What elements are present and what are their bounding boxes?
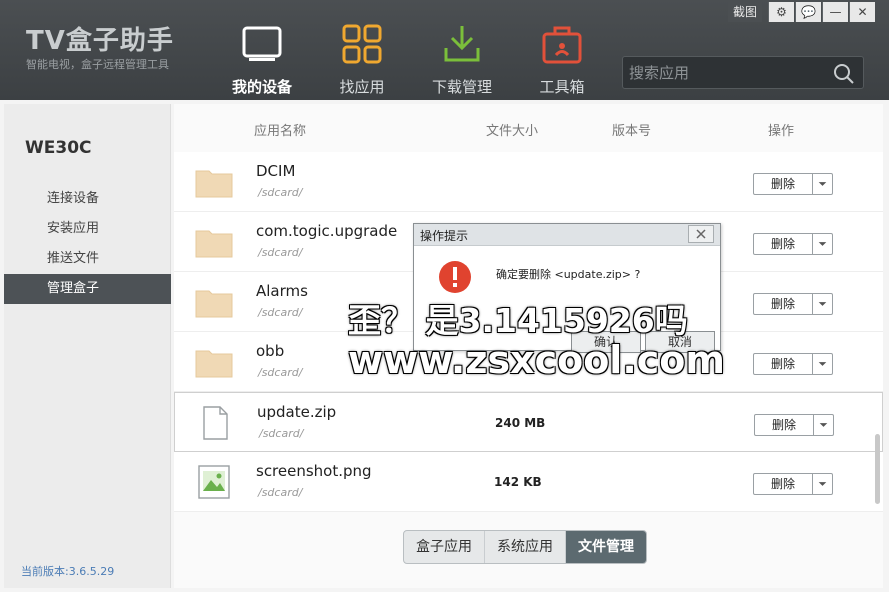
chevron-down-icon[interactable]: [812, 294, 832, 314]
sidebar-item-connect-device[interactable]: 连接设备: [4, 184, 171, 214]
feedback-button[interactable]: 💬: [795, 2, 821, 22]
nav-label: 工具箱: [539, 78, 585, 96]
file-name: screenshot.png: [256, 462, 372, 480]
delete-label: 删除: [770, 297, 795, 311]
delete-label: 删除: [770, 237, 795, 251]
search-input[interactable]: [629, 62, 819, 84]
search-box: [622, 56, 864, 89]
chevron-down-icon[interactable]: [813, 415, 833, 435]
table-row[interactable]: DCIM /sdcard/ 删除: [174, 152, 883, 212]
tab-box-apps[interactable]: 盒子应用: [404, 531, 485, 563]
delete-button[interactable]: 删除: [753, 293, 833, 315]
file-name: DCIM: [256, 162, 296, 180]
file-name: obb: [256, 342, 285, 360]
folder-icon: [195, 230, 233, 258]
column-header-version: 版本号: [612, 124, 652, 139]
file-path: /sdcard/: [258, 366, 303, 379]
nav-toolbox[interactable]: 工具箱: [517, 22, 607, 97]
device-name: WE30C: [25, 138, 92, 158]
column-header-action: 操作: [768, 124, 795, 139]
minimize-button[interactable]: —: [822, 2, 848, 22]
chevron-down-icon[interactable]: [812, 354, 832, 374]
column-header-name: 应用名称: [254, 124, 307, 139]
file-icon: [203, 406, 228, 440]
grid-icon: [342, 24, 382, 64]
dialog-title: 操作提示: [420, 229, 469, 243]
folder-icon: [195, 350, 233, 378]
folder-icon: [195, 290, 233, 318]
chat-icon: 💬: [801, 5, 816, 19]
watermark-line-2: www.zsxcool.com: [348, 338, 725, 382]
file-path: /sdcard/: [258, 186, 303, 199]
sidebar: WE30C 连接设备 安装应用 推送文件 管理盒子 当前版本:3.6.5.29: [4, 104, 171, 588]
delete-label: 删除: [770, 477, 795, 491]
dialog-message: 确定要删除 <update.zip> ?: [496, 268, 641, 281]
gear-icon: ⚙: [776, 5, 787, 19]
file-name: Alarms: [256, 282, 308, 300]
chevron-down-icon[interactable]: [812, 474, 832, 494]
version-label: 当前版本:3.6.5.29: [21, 565, 115, 578]
sidebar-item-install-apps[interactable]: 安装应用: [4, 214, 171, 244]
screenshot-button[interactable]: 截图: [728, 2, 762, 22]
warning-icon: [439, 261, 471, 293]
file-path: /sdcard/: [259, 427, 304, 440]
image-icon: [198, 465, 230, 499]
tab-system-apps[interactable]: 系统应用: [485, 531, 566, 563]
column-header-size: 文件大小: [486, 124, 539, 139]
file-size: 142 KB: [494, 475, 542, 489]
toolbox-icon: [542, 26, 582, 64]
delete-button[interactable]: 删除: [753, 473, 833, 495]
nav-my-devices[interactable]: 我的设备: [217, 22, 307, 97]
file-name: com.togic.upgrade: [256, 222, 398, 240]
nav-label: 下载管理: [431, 78, 492, 96]
close-icon: ✕: [857, 5, 868, 19]
delete-label: 删除: [770, 357, 795, 371]
top-header: TV盒子助手 智能电视，盒子远程管理工具 我的设备 找应用 下载管理 工具箱 搜…: [0, 0, 889, 100]
sidebar-item-push-files[interactable]: 推送文件: [4, 244, 171, 274]
chevron-down-icon[interactable]: [812, 174, 832, 194]
bottom-tab-bar: 盒子应用 系统应用 文件管理: [403, 530, 647, 564]
nav-find-apps[interactable]: 找应用: [317, 22, 407, 97]
search-icon[interactable]: [833, 63, 855, 85]
download-icon: [444, 26, 480, 62]
file-name: update.zip: [257, 403, 337, 421]
nav-label: 找应用: [339, 78, 385, 96]
watermark-line-1: 歪？ 是3.1415926吗: [348, 301, 688, 340]
settings-button[interactable]: ⚙: [768, 2, 794, 22]
dialog-titlebar: 操作提示: [414, 224, 720, 246]
app-tagline: 智能电视，盒子远程管理工具: [26, 58, 169, 71]
file-path: /sdcard/: [258, 246, 303, 259]
table-row[interactable]: screenshot.png /sdcard/ 142 KB 删除: [174, 452, 883, 512]
delete-label: 删除: [770, 177, 795, 191]
app-logo: TV盒子助手: [26, 26, 174, 56]
tv-icon: [242, 26, 282, 61]
tab-file-manager[interactable]: 文件管理: [566, 531, 646, 563]
minimize-icon: —: [829, 5, 842, 19]
delete-button[interactable]: 删除: [753, 353, 833, 375]
delete-button[interactable]: 删除: [753, 233, 833, 255]
file-path: /sdcard/: [258, 486, 303, 499]
file-path: /sdcard/: [258, 306, 303, 319]
delete-button[interactable]: 删除: [754, 414, 834, 436]
close-icon[interactable]: [688, 225, 714, 243]
sidebar-item-manage-box[interactable]: 管理盒子: [4, 274, 171, 304]
nav-label: 我的设备: [231, 78, 292, 96]
scrollbar[interactable]: [875, 434, 880, 504]
close-button[interactable]: ✕: [849, 2, 875, 22]
table-row[interactable]: update.zip /sdcard/ 240 MB 删除: [174, 392, 883, 452]
delete-label: 删除: [771, 418, 796, 432]
delete-button[interactable]: 删除: [753, 173, 833, 195]
chevron-down-icon[interactable]: [812, 234, 832, 254]
folder-icon: [195, 170, 233, 198]
nav-download-manager[interactable]: 下载管理: [417, 22, 507, 97]
file-size: 240 MB: [495, 416, 546, 430]
